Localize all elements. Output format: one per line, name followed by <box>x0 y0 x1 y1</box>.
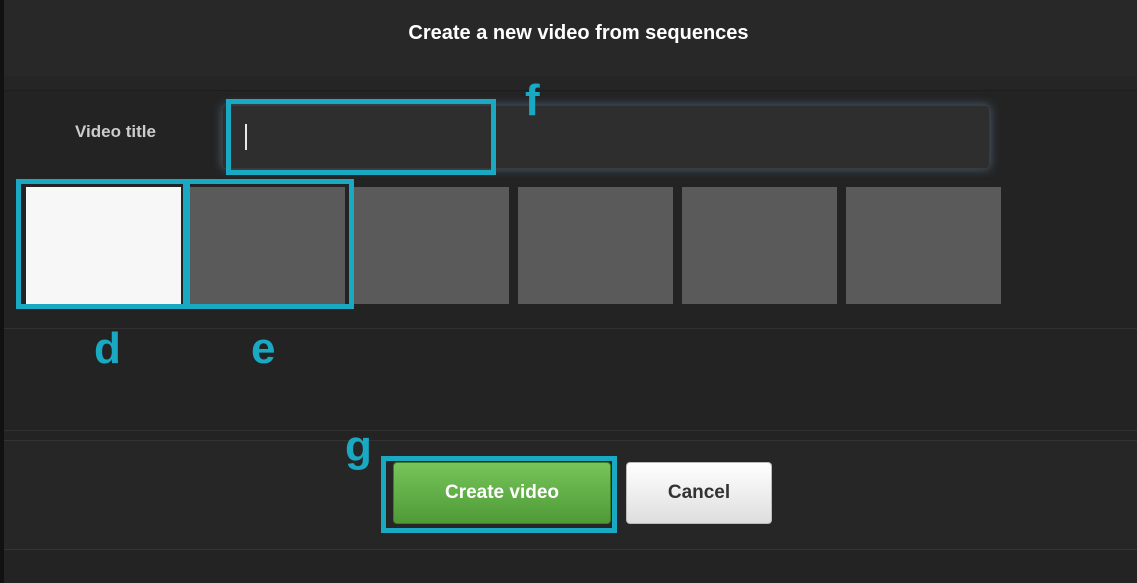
sequence-thumbnail-3[interactable] <box>354 187 509 304</box>
divider <box>4 76 1137 91</box>
annotation-box-d <box>16 179 188 309</box>
annotation-box-e <box>185 179 354 309</box>
sequence-thumbnail-6[interactable] <box>846 187 1001 304</box>
annotation-label-g: g <box>345 422 372 471</box>
dialog-title: Create a new video from sequences <box>408 22 749 44</box>
divider <box>4 430 1137 431</box>
cancel-button[interactable]: Cancel <box>626 462 772 524</box>
annotation-box-g <box>381 456 617 533</box>
annotation-label-e: e <box>251 324 276 373</box>
annotation-label-d: d <box>94 324 121 373</box>
divider <box>4 328 1137 329</box>
sequence-thumbnail-4[interactable] <box>518 187 673 304</box>
annotation-box-f <box>226 99 496 175</box>
video-title-label: Video title <box>75 122 156 141</box>
sequence-thumbnail-5[interactable] <box>682 187 837 304</box>
annotation-label-f: f <box>525 76 540 125</box>
